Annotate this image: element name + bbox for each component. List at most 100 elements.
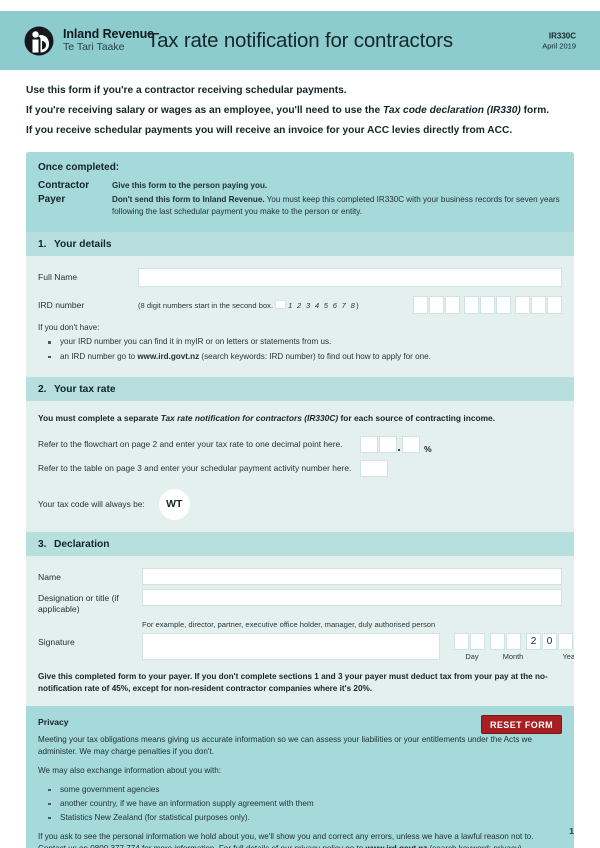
activity-number-input[interactable] bbox=[360, 459, 388, 477]
tax-rate-digit-1[interactable] bbox=[360, 435, 378, 453]
ird-hint-pre: (8 digit numbers start in the second box… bbox=[138, 301, 274, 311]
privacy-para-2: We may also exchange information about y… bbox=[38, 765, 221, 775]
ird-website-link[interactable]: www.ird.govt.nz bbox=[137, 352, 199, 361]
year-label: Year bbox=[562, 651, 574, 661]
signature-row: Signature 2 0 Day Month Yea bbox=[38, 632, 574, 661]
ird-hint-example-box bbox=[275, 300, 287, 310]
if-you-dont-have-label: If you don't have: bbox=[38, 323, 100, 333]
date-input-group: 2 0 Day Month Year bbox=[454, 632, 574, 661]
month-cell[interactable] bbox=[490, 632, 505, 650]
list-item: another country, if we have an informati… bbox=[38, 798, 562, 810]
month-cells bbox=[490, 632, 521, 650]
list-item: some government agencies bbox=[38, 784, 562, 796]
tax-code-label: Your tax code will always be: bbox=[38, 499, 145, 509]
ird-cell[interactable] bbox=[413, 296, 428, 315]
ird-cell[interactable] bbox=[445, 296, 460, 315]
day-label: Day bbox=[465, 651, 479, 661]
section-2-lead-b: for each source of contracting income. bbox=[338, 412, 496, 423]
once-completed-block: Once completed: Contractor Give this for… bbox=[26, 152, 574, 233]
tax-code-row: Your tax code will always be: WT bbox=[38, 488, 562, 520]
full-name-row: Full Name bbox=[38, 268, 562, 288]
month-label: Month bbox=[502, 651, 524, 661]
ird-cell[interactable] bbox=[547, 296, 562, 315]
intro-text: Use this form if you're a contractor rec… bbox=[26, 84, 578, 143]
percent-symbol: % bbox=[424, 443, 432, 454]
section-3-title: Declaration bbox=[54, 538, 110, 550]
declaration-name-input[interactable] bbox=[142, 567, 562, 585]
declaration-name-row: Name bbox=[38, 567, 562, 585]
intro-line-2-italic: Tax code declaration (IR330) bbox=[383, 104, 521, 116]
ird-cell[interactable] bbox=[515, 296, 530, 315]
contractor-instruction-text: Give this form to the person paying you. bbox=[112, 181, 268, 190]
signature-input[interactable] bbox=[142, 632, 440, 660]
payer-label: Payer bbox=[38, 194, 66, 206]
year-cell[interactable] bbox=[558, 632, 573, 650]
day-cell[interactable] bbox=[470, 632, 485, 650]
section-2-lead-a: You must complete a separate bbox=[38, 412, 161, 423]
section-2-number: 2. bbox=[38, 383, 47, 395]
form-card: Once completed: Contractor Give this for… bbox=[26, 152, 574, 848]
ird-cell[interactable] bbox=[531, 296, 546, 315]
form-code-block: IR330C April 2019 bbox=[542, 31, 576, 50]
activity-number-instruction: Refer to the table on page 3 and enter y… bbox=[38, 463, 352, 473]
payer-instruction: Don't send this form to Inland Revenue. … bbox=[112, 194, 562, 217]
form-page: Inland Revenue Te Tari Taake Tax rate no… bbox=[0, 0, 600, 848]
bullet-2-pre: an IRD number go to bbox=[60, 351, 138, 361]
intro-line-2-b: form. bbox=[520, 104, 550, 116]
ird-hint-post: ) bbox=[356, 301, 359, 311]
privacy-website-link[interactable]: www.ird.govt.nz bbox=[366, 844, 428, 848]
once-completed-title: Once completed: bbox=[38, 162, 120, 173]
privacy-para-3-b: (search keyword: privacy). bbox=[427, 844, 524, 848]
reset-form-button[interactable]: RESET FORM bbox=[480, 715, 562, 735]
ird-cell[interactable] bbox=[429, 296, 444, 315]
section-1-body: Full Name IRD number (8 digit numbers st… bbox=[26, 256, 574, 377]
decimal-point-icon bbox=[398, 436, 402, 453]
bullet-2-post: (search keywords: IRD number) to find ou… bbox=[199, 351, 431, 361]
designation-example-text: For example, director, partner, executiv… bbox=[142, 619, 436, 629]
section-2-lead-italic: Tax rate notification for contractors (I… bbox=[160, 412, 339, 423]
privacy-para-3: If you ask to see the personal informati… bbox=[38, 831, 562, 848]
privacy-para-1: Meeting your tax obligations means givin… bbox=[38, 735, 532, 757]
payer-row: Payer Don't send this form to Inland Rev… bbox=[38, 194, 562, 217]
tax-rate-row: Refer to the flowchart on page 2 and ent… bbox=[38, 435, 562, 454]
section-2-body: You must complete a separate Tax rate no… bbox=[26, 400, 574, 532]
day-cell[interactable] bbox=[454, 632, 469, 650]
designation-input[interactable] bbox=[142, 588, 562, 606]
ird-number-cells[interactable] bbox=[413, 296, 562, 315]
list-item: an IRD number go to www.ird.govt.nz (sea… bbox=[38, 351, 562, 363]
contractor-label: Contractor bbox=[38, 180, 90, 191]
section-1-title: Your details bbox=[54, 239, 112, 251]
day-cells bbox=[454, 632, 485, 650]
designation-row: Designation or title (if applicable) bbox=[38, 588, 562, 616]
month-cell[interactable] bbox=[506, 632, 521, 650]
form-date: April 2019 bbox=[542, 40, 576, 50]
year-cells: 2 0 bbox=[526, 632, 574, 650]
list-item: your IRD number you can find it in myIR … bbox=[38, 336, 562, 348]
ird-cell[interactable] bbox=[464, 296, 479, 315]
ird-number-hint: (8 digit numbers start in the second box… bbox=[138, 300, 359, 310]
section-1-number: 1. bbox=[38, 239, 47, 251]
ird-number-row: IRD number (8 digit numbers start in the… bbox=[38, 296, 562, 315]
intro-line-1: Use this form if you're a contractor rec… bbox=[26, 85, 347, 96]
ird-hint-digits: 1 2 3 4 5 6 7 8 bbox=[288, 301, 357, 311]
date-cells[interactable]: 2 0 bbox=[454, 632, 574, 650]
tax-rate-digit-2[interactable] bbox=[379, 435, 397, 453]
ird-cell-group-3 bbox=[515, 296, 562, 315]
tax-rate-instruction: Refer to the flowchart on page 2 and ent… bbox=[38, 439, 343, 449]
ird-cell-group-1 bbox=[413, 296, 460, 315]
page-header: Inland Revenue Te Tari Taake Tax rate no… bbox=[0, 11, 600, 70]
tax-rate-input-group[interactable]: % bbox=[360, 435, 432, 454]
form-code: IR330C bbox=[548, 30, 576, 40]
activity-number-row: Refer to the table on page 3 and enter y… bbox=[38, 459, 562, 477]
activity-number-input-group[interactable] bbox=[360, 459, 389, 477]
bullet-1-pre: your IRD number you can find it in myIR … bbox=[60, 337, 332, 347]
full-name-label: Full Name bbox=[38, 272, 78, 283]
full-name-input[interactable] bbox=[138, 268, 562, 288]
ird-cell[interactable] bbox=[496, 296, 511, 315]
year-cell-prefilled: 2 bbox=[526, 632, 541, 650]
tax-rate-decimal-digit[interactable] bbox=[402, 435, 420, 453]
ird-cell[interactable] bbox=[480, 296, 495, 315]
date-labels: Day Month Year bbox=[454, 652, 574, 661]
section-3-number: 3. bbox=[38, 538, 47, 550]
tax-code-value: WT bbox=[158, 488, 190, 520]
